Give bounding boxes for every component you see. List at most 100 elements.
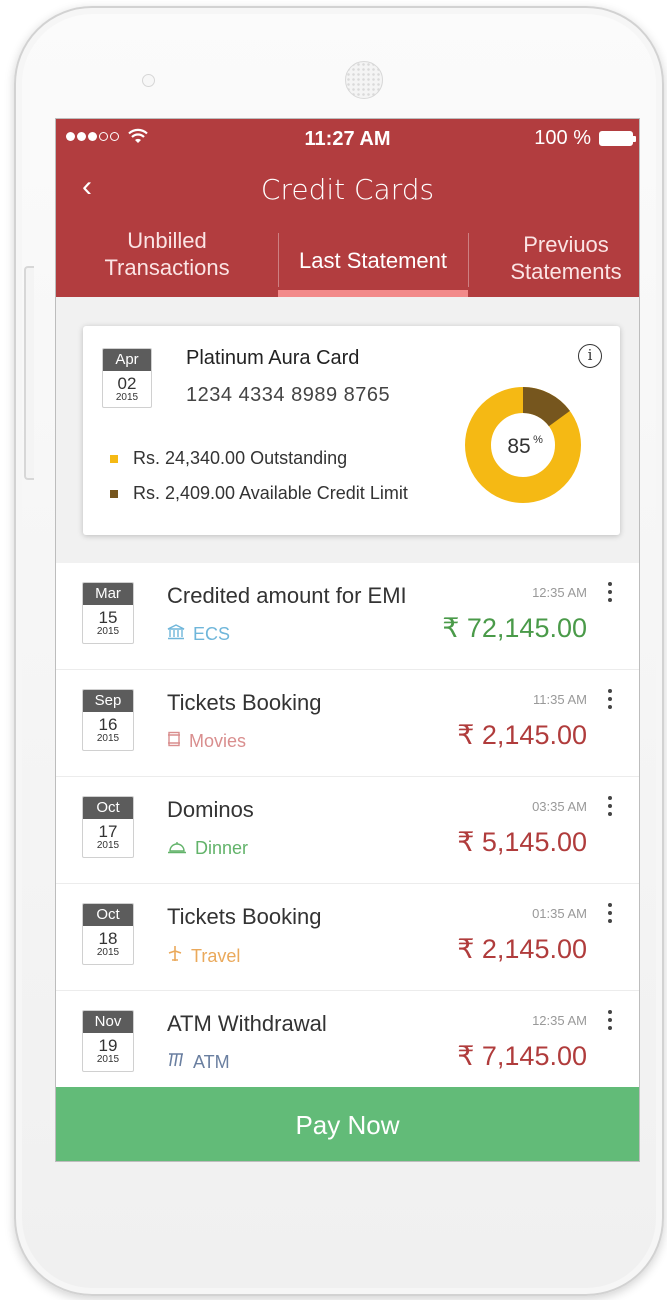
date-month: Oct xyxy=(83,797,133,819)
card-number: 1234 4334 8989 8765 xyxy=(186,384,391,406)
date-day: 19 xyxy=(98,1036,118,1055)
donut-percent-label: 85 xyxy=(507,435,530,458)
date-day: 16 xyxy=(98,715,118,734)
transaction-amount: ₹ 5,145.00 xyxy=(457,827,587,857)
pay-now-button[interactable]: Pay Now xyxy=(56,1087,639,1161)
transaction-list: Mar 15 2015 Credited amount for EMI ECS 12:35… xyxy=(56,563,639,1098)
date-year: 2015 xyxy=(96,1054,120,1065)
more-options-icon[interactable] xyxy=(605,1010,615,1030)
tab-unbilled-transactions[interactable]: Unbilled Transactions xyxy=(56,219,278,297)
statement-date: Apr 02 2015 xyxy=(102,348,152,408)
date-year: 2015 xyxy=(96,840,120,851)
date-day: 18 xyxy=(98,929,118,948)
category-label: Dinner xyxy=(195,838,249,858)
outstanding-amount: Rs. 24,340.00 Outstanding xyxy=(133,448,348,468)
transaction-time: 01:35 AM xyxy=(532,906,587,921)
transaction-time: 11:35 AM xyxy=(533,692,587,707)
card-summary[interactable]: Apr 02 2015 Platinum Aura Card 1234 4334… xyxy=(83,326,620,535)
app-header: 11:27 AM 100 % ‹ Credit Cards Unbilled T… xyxy=(56,119,639,297)
more-options-icon[interactable] xyxy=(605,903,615,923)
donut-percent-sign: % xyxy=(533,434,543,446)
transaction-category: Movies xyxy=(167,731,246,752)
page-title: Credit Cards xyxy=(260,173,435,206)
date-month: Apr xyxy=(103,349,151,371)
transaction-category: ECS xyxy=(167,624,230,645)
transaction-row[interactable]: Oct 17 2015 Dominos Dinner 03:35 AM ₹ 5,145.00 xyxy=(56,777,639,884)
category-label: ECS xyxy=(193,624,231,644)
transaction-time: 12:35 AM xyxy=(532,1013,587,1028)
plane-icon xyxy=(167,945,183,968)
transaction-amount: ₹ 72,145.00 xyxy=(442,613,587,643)
transaction-row[interactable]: Oct 18 2015 Tickets Booking Travel 01:35 AM ₹ … xyxy=(56,884,639,991)
transaction-date: Sep 16 2015 xyxy=(82,689,134,751)
battery-icon xyxy=(599,131,636,146)
app-screen: 11:27 AM 100 % ‹ Credit Cards Unbilled T… xyxy=(55,118,640,1162)
cloche-icon xyxy=(167,838,187,859)
category-label: Travel xyxy=(191,946,241,966)
date-year: 2015 xyxy=(115,392,139,403)
info-icon[interactable]: i xyxy=(578,344,602,368)
transaction-row[interactable]: Nov 19 2015 ATM Withdrawal ATM 12:35 AM ₹ 7,14… xyxy=(56,991,639,1098)
transaction-title: Tickets Booking xyxy=(167,904,322,929)
transaction-category: Dinner xyxy=(167,838,248,859)
date-day: 02 xyxy=(117,374,137,393)
tab-last-statement[interactable]: Last Statement xyxy=(278,219,468,297)
date-day: 17 xyxy=(98,822,118,841)
available-legend: Rs. 2,409.00 Available Credit Limit xyxy=(110,483,408,504)
more-options-icon[interactable] xyxy=(605,796,615,816)
outstanding-legend: Rs. 24,340.00 Outstanding xyxy=(110,448,347,469)
transaction-amount: ₹ 7,145.00 xyxy=(457,1041,587,1071)
transaction-time: 12:35 AM xyxy=(532,585,587,600)
date-month: Sep xyxy=(83,690,133,712)
battery-status: 100 % xyxy=(534,127,636,150)
transaction-amount: ₹ 2,145.00 xyxy=(457,720,587,750)
date-month: Nov xyxy=(83,1011,133,1033)
status-bar: 11:27 AM 100 % xyxy=(56,119,639,159)
transaction-time: 03:35 AM xyxy=(532,799,587,814)
date-year: 2015 xyxy=(96,626,120,637)
atm-icon xyxy=(167,1052,185,1073)
donut-available-arc xyxy=(522,387,570,427)
active-tab-indicator xyxy=(278,290,468,297)
category-label: Movies xyxy=(189,731,247,751)
transaction-date: Oct 17 2015 xyxy=(82,796,134,858)
more-options-icon[interactable] xyxy=(605,582,615,602)
transaction-category: ATM xyxy=(167,1052,230,1073)
date-month: Mar xyxy=(83,583,133,605)
available-credit: Rs. 2,409.00 Available Credit Limit xyxy=(133,483,408,503)
transaction-title: Credited amount for EMI xyxy=(167,583,407,608)
tab-divider xyxy=(468,233,469,287)
transaction-title: ATM Withdrawal xyxy=(167,1011,327,1036)
date-month: Oct xyxy=(83,904,133,926)
category-label: ATM xyxy=(193,1052,230,1072)
battery-percent: 100 % xyxy=(534,127,591,149)
transaction-category: Travel xyxy=(167,945,240,968)
legend-swatch-outstanding xyxy=(110,454,118,463)
tab-label-line2: Transactions xyxy=(104,255,230,280)
transaction-amount: ₹ 2,145.00 xyxy=(457,934,587,964)
transaction-title: Dominos xyxy=(167,797,254,822)
transaction-date: Oct 18 2015 xyxy=(82,903,134,965)
film-icon xyxy=(167,731,181,752)
transaction-date: Mar 15 2015 xyxy=(82,582,134,644)
transaction-row[interactable]: Mar 15 2015 Credited amount for EMI ECS 12:35… xyxy=(56,563,639,670)
date-year: 2015 xyxy=(96,733,120,744)
transaction-title: Tickets Booking xyxy=(167,690,322,715)
usage-donut-chart: 85 % xyxy=(465,387,581,503)
more-options-icon[interactable] xyxy=(605,689,615,709)
date-day: 15 xyxy=(98,608,118,627)
tab-bar: Unbilled Transactions Last Statement Pre… xyxy=(56,219,639,297)
tab-label: Last Statement xyxy=(299,248,447,273)
transaction-date: Nov 19 2015 xyxy=(82,1010,134,1072)
side-button xyxy=(24,266,34,480)
earpiece-speaker xyxy=(345,61,383,99)
date-year: 2015 xyxy=(96,947,120,958)
card-name: Platinum Aura Card xyxy=(186,347,360,369)
front-camera xyxy=(142,74,155,87)
legend-swatch-available xyxy=(110,489,118,498)
title-bar: ‹ Credit Cards xyxy=(56,163,639,215)
bank-icon xyxy=(167,624,185,645)
tab-label-line2: Statements xyxy=(510,259,622,284)
transaction-row[interactable]: Sep 16 2015 Tickets Booking Movies 11:35 AM ₹ … xyxy=(56,670,639,777)
tab-previous-statements[interactable]: Previuos Statements xyxy=(496,219,636,297)
